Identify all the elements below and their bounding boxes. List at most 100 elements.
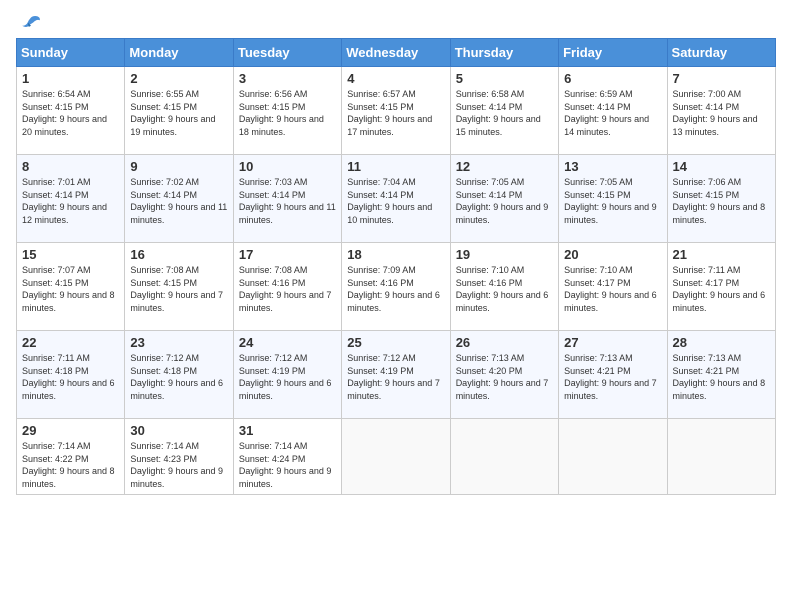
calendar-cell: 11 Sunrise: 7:04 AMSunset: 4:14 PMDayligh… (342, 155, 450, 243)
cell-info: Sunrise: 7:13 AMSunset: 4:21 PMDaylight:… (673, 352, 770, 402)
calendar-cell: 27 Sunrise: 7:13 AMSunset: 4:21 PMDayligh… (559, 331, 667, 419)
cell-info: Sunrise: 7:04 AMSunset: 4:14 PMDaylight:… (347, 176, 444, 226)
cell-info: Sunrise: 7:03 AMSunset: 4:14 PMDaylight:… (239, 176, 336, 226)
calendar-cell: 29 Sunrise: 7:14 AMSunset: 4:22 PMDayligh… (17, 419, 125, 495)
day-number: 19 (456, 247, 553, 262)
calendar-week-row: 22 Sunrise: 7:11 AMSunset: 4:18 PMDayligh… (17, 331, 776, 419)
day-number: 27 (564, 335, 661, 350)
calendar-cell: 20 Sunrise: 7:10 AMSunset: 4:17 PMDayligh… (559, 243, 667, 331)
day-number: 13 (564, 159, 661, 174)
calendar-cell: 10 Sunrise: 7:03 AMSunset: 4:14 PMDayligh… (233, 155, 341, 243)
cell-info: Sunrise: 7:08 AMSunset: 4:16 PMDaylight:… (239, 264, 336, 314)
day-number: 28 (673, 335, 770, 350)
cell-info: Sunrise: 7:11 AMSunset: 4:17 PMDaylight:… (673, 264, 770, 314)
calendar-header-monday: Monday (125, 39, 233, 67)
calendar-header-tuesday: Tuesday (233, 39, 341, 67)
cell-info: Sunrise: 7:08 AMSunset: 4:15 PMDaylight:… (130, 264, 227, 314)
cell-info: Sunrise: 7:01 AMSunset: 4:14 PMDaylight:… (22, 176, 119, 226)
calendar-header-saturday: Saturday (667, 39, 775, 67)
cell-info: Sunrise: 7:10 AMSunset: 4:17 PMDaylight:… (564, 264, 661, 314)
day-number: 23 (130, 335, 227, 350)
calendar-cell: 28 Sunrise: 7:13 AMSunset: 4:21 PMDayligh… (667, 331, 775, 419)
calendar-cell: 12 Sunrise: 7:05 AMSunset: 4:14 PMDayligh… (450, 155, 558, 243)
calendar-cell: 25 Sunrise: 7:12 AMSunset: 4:19 PMDayligh… (342, 331, 450, 419)
calendar-cell: 22 Sunrise: 7:11 AMSunset: 4:18 PMDayligh… (17, 331, 125, 419)
day-number: 12 (456, 159, 553, 174)
cell-info: Sunrise: 7:05 AMSunset: 4:14 PMDaylight:… (456, 176, 553, 226)
calendar-cell: 17 Sunrise: 7:08 AMSunset: 4:16 PMDayligh… (233, 243, 341, 331)
calendar-cell: 31Sunrise: 7:14 AMSunset: 4:24 PMDayligh… (233, 419, 341, 495)
calendar-week-row: 15 Sunrise: 7:07 AMSunset: 4:15 PMDayligh… (17, 243, 776, 331)
day-number: 4 (347, 71, 444, 86)
cell-info: Sunrise: 7:06 AMSunset: 4:15 PMDaylight:… (673, 176, 770, 226)
cell-info: Sunrise: 7:05 AMSunset: 4:15 PMDaylight:… (564, 176, 661, 226)
day-number: 29 (22, 423, 119, 438)
cell-info: Sunrise: 6:58 AMSunset: 4:14 PMDaylight:… (456, 88, 553, 138)
calendar-cell: 24 Sunrise: 7:12 AMSunset: 4:19 PMDayligh… (233, 331, 341, 419)
calendar-cell: 18 Sunrise: 7:09 AMSunset: 4:16 PMDayligh… (342, 243, 450, 331)
cell-info: Sunrise: 7:09 AMSunset: 4:16 PMDaylight:… (347, 264, 444, 314)
cell-info: Sunrise: 7:14 AMSunset: 4:24 PMDaylight:… (239, 440, 336, 490)
day-number: 20 (564, 247, 661, 262)
calendar-cell (667, 419, 775, 495)
calendar-header-friday: Friday (559, 39, 667, 67)
calendar-cell: 16 Sunrise: 7:08 AMSunset: 4:15 PMDayligh… (125, 243, 233, 331)
cell-info: Sunrise: 6:59 AMSunset: 4:14 PMDaylight:… (564, 88, 661, 138)
day-number: 22 (22, 335, 119, 350)
day-number: 14 (673, 159, 770, 174)
day-number: 16 (130, 247, 227, 262)
cell-info: Sunrise: 7:12 AMSunset: 4:19 PMDaylight:… (239, 352, 336, 402)
calendar-table: SundayMondayTuesdayWednesdayThursdayFrid… (16, 38, 776, 495)
calendar-header-wednesday: Wednesday (342, 39, 450, 67)
cell-info: Sunrise: 7:13 AMSunset: 4:21 PMDaylight:… (564, 352, 661, 402)
calendar-cell: 21 Sunrise: 7:11 AMSunset: 4:17 PMDayligh… (667, 243, 775, 331)
day-number: 30 (130, 423, 227, 438)
day-number: 18 (347, 247, 444, 262)
logo-bird-icon (20, 12, 42, 34)
cell-info: Sunrise: 7:11 AMSunset: 4:18 PMDaylight:… (22, 352, 119, 402)
calendar-cell: 30 Sunrise: 7:14 AMSunset: 4:23 PMDayligh… (125, 419, 233, 495)
day-number: 5 (456, 71, 553, 86)
calendar-cell (559, 419, 667, 495)
day-number: 15 (22, 247, 119, 262)
day-number: 1 (22, 71, 119, 86)
logo (16, 12, 42, 30)
cell-info: Sunrise: 7:07 AMSunset: 4:15 PMDaylight:… (22, 264, 119, 314)
calendar-cell: 8 Sunrise: 7:01 AMSunset: 4:14 PMDaylight… (17, 155, 125, 243)
day-number: 7 (673, 71, 770, 86)
calendar-cell: 6Sunrise: 6:59 AMSunset: 4:14 PMDaylight… (559, 67, 667, 155)
day-number: 26 (456, 335, 553, 350)
calendar-week-row: 8 Sunrise: 7:01 AMSunset: 4:14 PMDaylight… (17, 155, 776, 243)
day-number: 9 (130, 159, 227, 174)
calendar-cell: 19Sunrise: 7:10 AMSunset: 4:16 PMDayligh… (450, 243, 558, 331)
calendar-cell: 4Sunrise: 6:57 AMSunset: 4:15 PMDaylight… (342, 67, 450, 155)
day-number: 10 (239, 159, 336, 174)
calendar-cell: 5 Sunrise: 6:58 AMSunset: 4:14 PMDaylight… (450, 67, 558, 155)
calendar-cell: 1Sunrise: 6:54 AMSunset: 4:15 PMDaylight… (17, 67, 125, 155)
cell-info: Sunrise: 7:12 AMSunset: 4:19 PMDaylight:… (347, 352, 444, 402)
calendar-cell: 13 Sunrise: 7:05 AMSunset: 4:15 PMDayligh… (559, 155, 667, 243)
day-number: 11 (347, 159, 444, 174)
calendar-cell: 3Sunrise: 6:56 AMSunset: 4:15 PMDaylight… (233, 67, 341, 155)
day-number: 24 (239, 335, 336, 350)
calendar-cell: 26Sunrise: 7:13 AMSunset: 4:20 PMDayligh… (450, 331, 558, 419)
cell-info: Sunrise: 6:55 AMSunset: 4:15 PMDaylight:… (130, 88, 227, 138)
calendar-cell: 15 Sunrise: 7:07 AMSunset: 4:15 PMDayligh… (17, 243, 125, 331)
calendar-cell: 14 Sunrise: 7:06 AMSunset: 4:15 PMDayligh… (667, 155, 775, 243)
calendar-cell (450, 419, 558, 495)
calendar-cell: 23Sunrise: 7:12 AMSunset: 4:18 PMDayligh… (125, 331, 233, 419)
day-number: 25 (347, 335, 444, 350)
cell-info: Sunrise: 7:14 AMSunset: 4:22 PMDaylight:… (22, 440, 119, 490)
calendar-cell: 2 Sunrise: 6:55 AMSunset: 4:15 PMDaylight… (125, 67, 233, 155)
day-number: 2 (130, 71, 227, 86)
day-number: 21 (673, 247, 770, 262)
calendar-week-row: 29 Sunrise: 7:14 AMSunset: 4:22 PMDayligh… (17, 419, 776, 495)
day-number: 17 (239, 247, 336, 262)
calendar-header-thursday: Thursday (450, 39, 558, 67)
calendar-cell (342, 419, 450, 495)
day-number: 3 (239, 71, 336, 86)
day-number: 8 (22, 159, 119, 174)
page-container: SundayMondayTuesdayWednesdayThursdayFrid… (0, 0, 792, 503)
cell-info: Sunrise: 7:02 AMSunset: 4:14 PMDaylight:… (130, 176, 227, 226)
cell-info: Sunrise: 7:14 AMSunset: 4:23 PMDaylight:… (130, 440, 227, 490)
